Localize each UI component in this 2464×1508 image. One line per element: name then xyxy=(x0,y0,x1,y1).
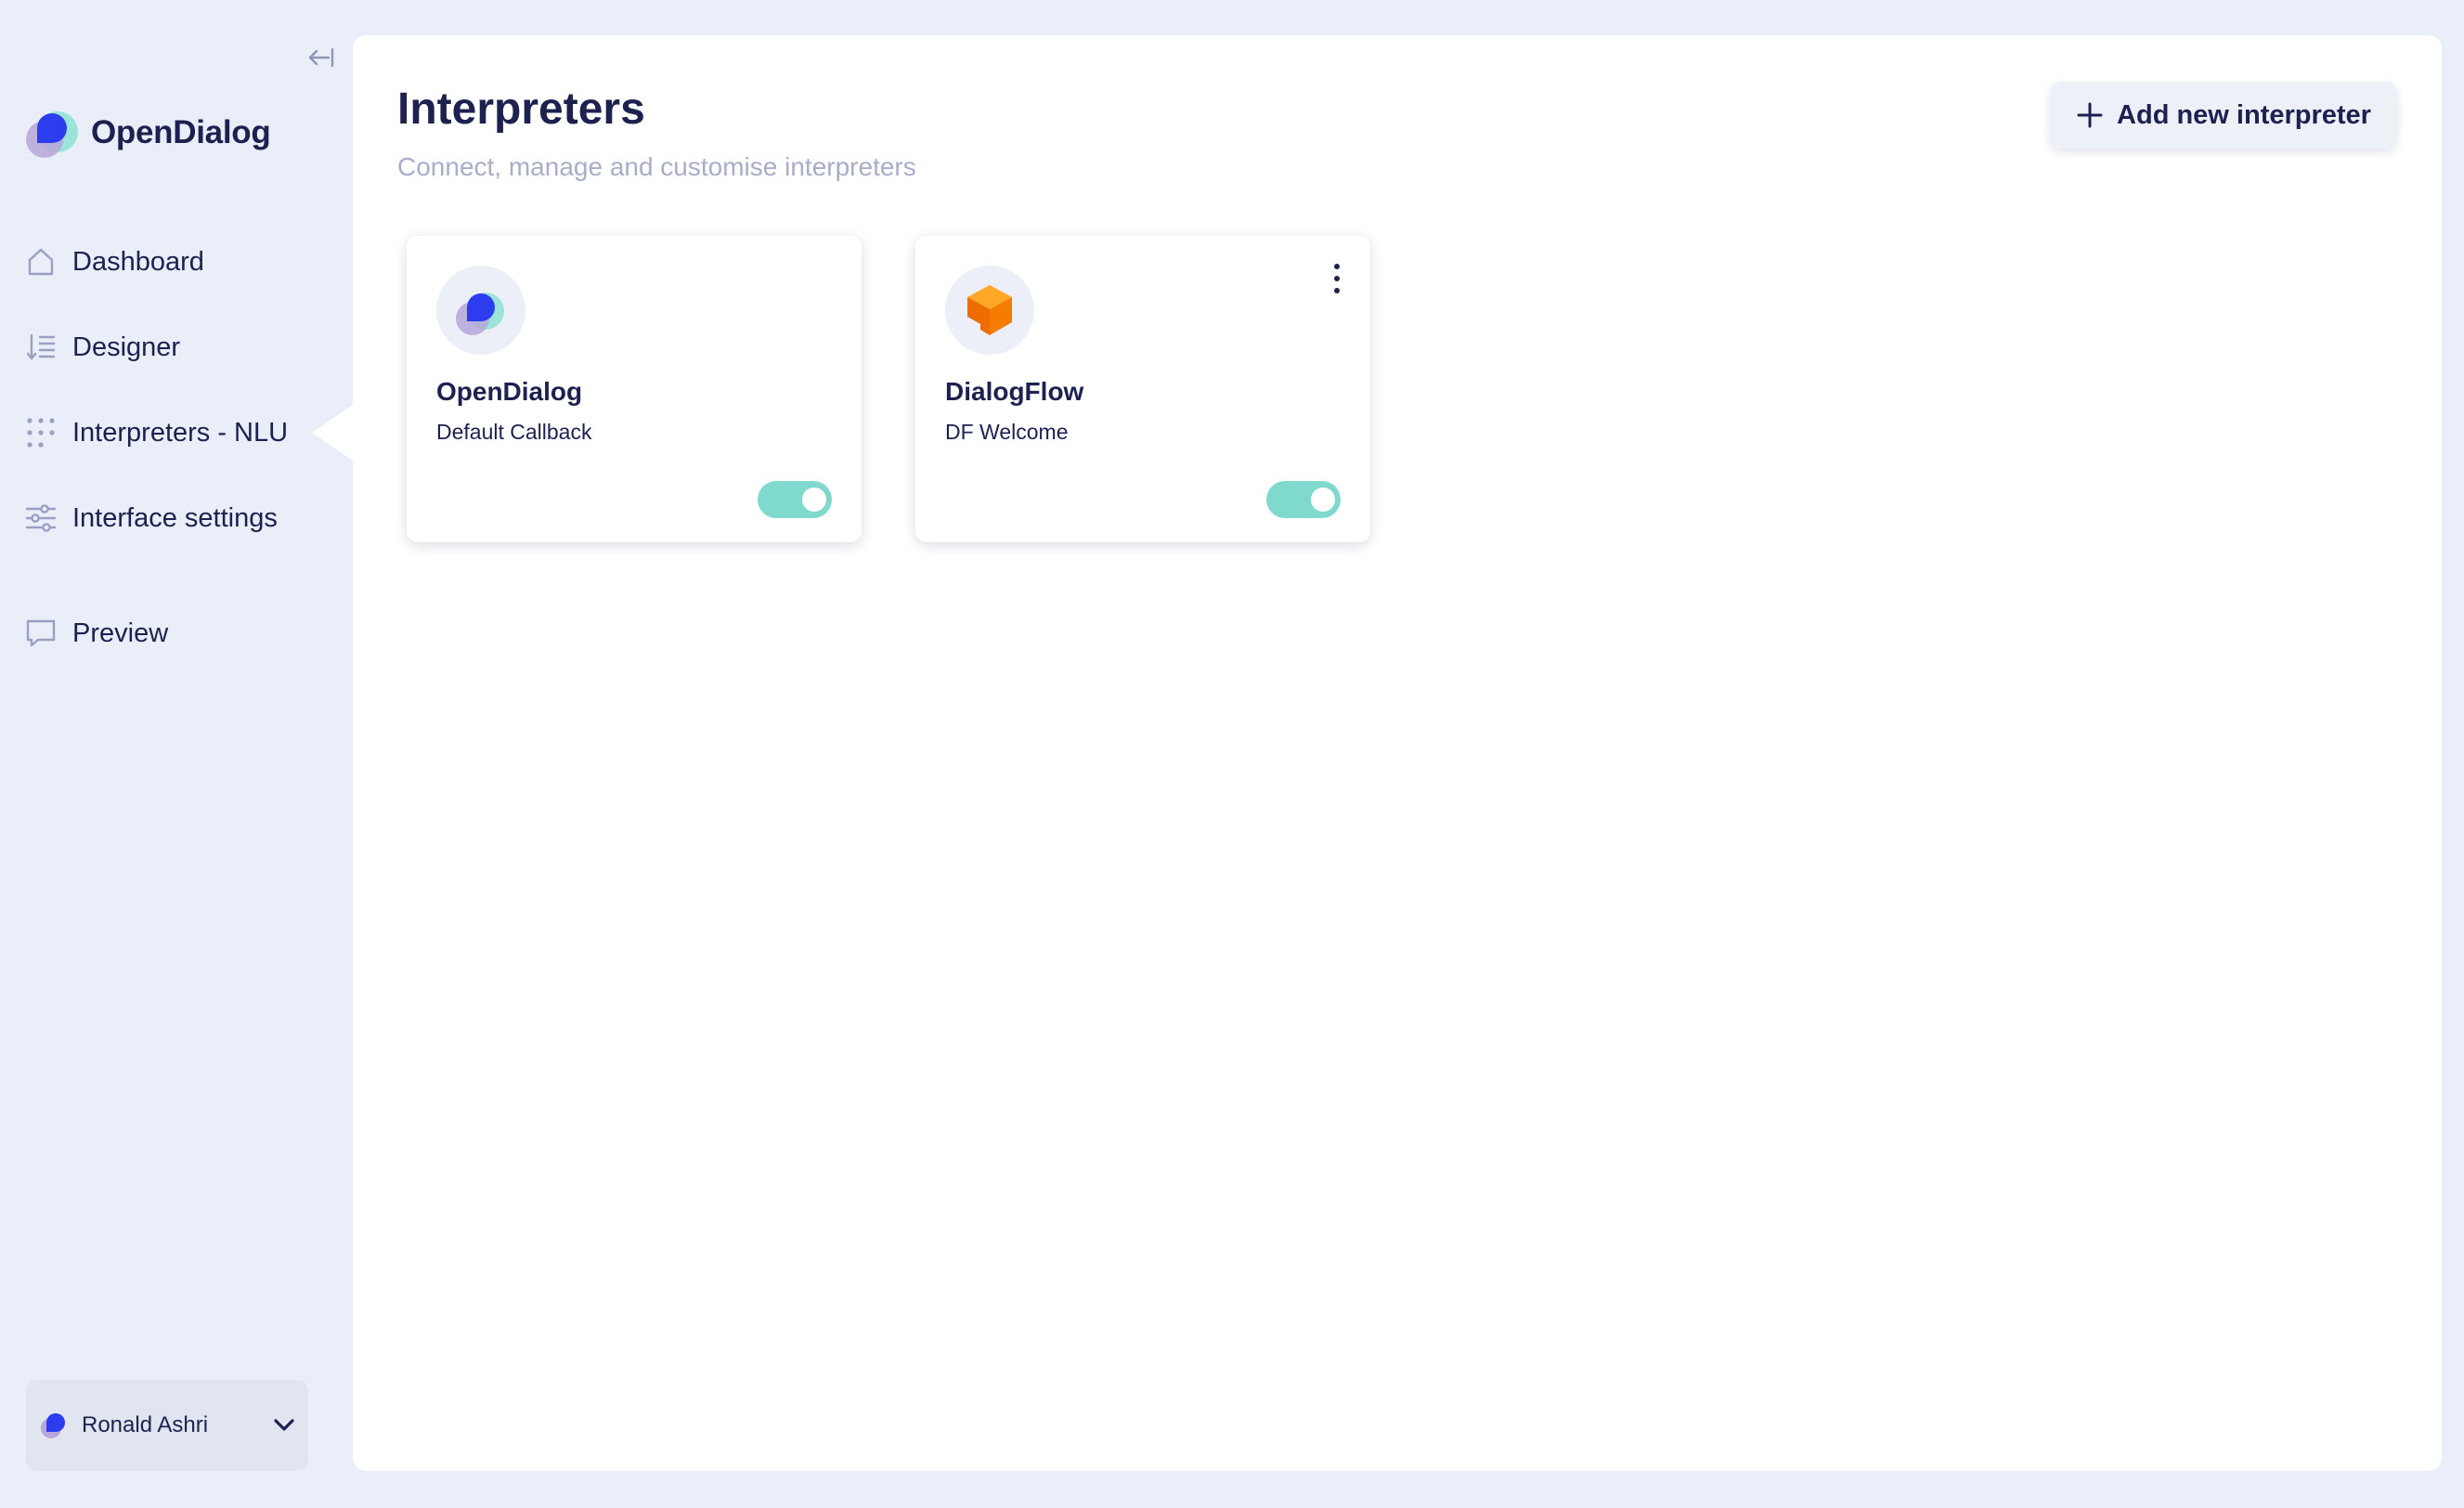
interpreter-avatar xyxy=(945,266,1034,355)
user-name: Ronald Ashri xyxy=(82,1412,209,1437)
collapse-left-icon xyxy=(308,47,334,68)
sidebar-item-label: Dashboard xyxy=(72,246,204,277)
user-menu[interactable]: Ronald Ashri xyxy=(26,1380,308,1471)
interpreter-card-opendialog[interactable]: OpenDialog Default Callback xyxy=(407,236,862,542)
interpreter-card-dialogflow[interactable]: DialogFlow DF Welcome xyxy=(915,236,1370,542)
sidebar-item-interpreters[interactable]: Interpreters - NLU xyxy=(24,405,288,461)
sidebar-item-label: Interpreters - NLU xyxy=(72,417,289,448)
dots-grid-icon xyxy=(24,416,58,449)
sidebar-item-preview[interactable]: Preview xyxy=(24,605,168,661)
add-new-interpreter-button[interactable]: Add new interpreter xyxy=(2050,82,2397,149)
sidebar-item-designer[interactable]: Designer xyxy=(24,319,180,375)
home-icon xyxy=(24,245,58,279)
sidebar-item-label: Preview xyxy=(72,618,169,648)
sidebar-item-interface-settings[interactable]: Interface settings xyxy=(24,490,278,546)
sidebar-item-label: Interface settings xyxy=(72,502,278,533)
brand-name: OpenDialog xyxy=(91,114,271,150)
interpreter-avatar xyxy=(436,266,525,355)
sliders-icon xyxy=(24,501,58,535)
interpreter-enabled-toggle[interactable] xyxy=(758,481,832,518)
more-options-icon[interactable] xyxy=(1326,260,1348,297)
main-panel: Interpreters Connect, manage and customi… xyxy=(353,35,2442,1471)
interpreter-callback: Default Callback xyxy=(436,420,592,444)
collapse-sidebar-button[interactable] xyxy=(303,41,340,74)
sidebar-item-label: Designer xyxy=(72,332,181,362)
sidebar: OpenDialog Dashboard Designer Interprete… xyxy=(0,0,353,1508)
active-nav-pointer xyxy=(312,405,353,461)
sidebar-item-dashboard[interactable]: Dashboard xyxy=(24,234,204,290)
interpreter-name: DialogFlow xyxy=(945,377,1084,406)
list-sort-icon xyxy=(24,331,58,364)
add-button-label: Add new interpreter xyxy=(2117,99,2371,130)
toggle-knob xyxy=(1311,488,1335,512)
toggle-knob xyxy=(802,488,826,512)
opendialog-logo-icon xyxy=(26,111,78,158)
avatar xyxy=(41,1413,65,1438)
interpreter-callback: DF Welcome xyxy=(945,420,1069,444)
brand-logo[interactable]: OpenDialog xyxy=(24,104,271,162)
interpreter-name: OpenDialog xyxy=(436,377,583,406)
chat-bubble-icon xyxy=(24,617,58,650)
dialogflow-logo-icon xyxy=(967,285,1012,335)
page-subtitle: Connect, manage and customise interprete… xyxy=(397,152,916,181)
page-title: Interpreters xyxy=(397,84,645,134)
plus-icon xyxy=(2077,102,2103,128)
chevron-down-icon[interactable] xyxy=(273,1418,295,1433)
opendialog-logo-icon xyxy=(456,292,504,335)
interpreter-enabled-toggle[interactable] xyxy=(1266,481,1341,518)
